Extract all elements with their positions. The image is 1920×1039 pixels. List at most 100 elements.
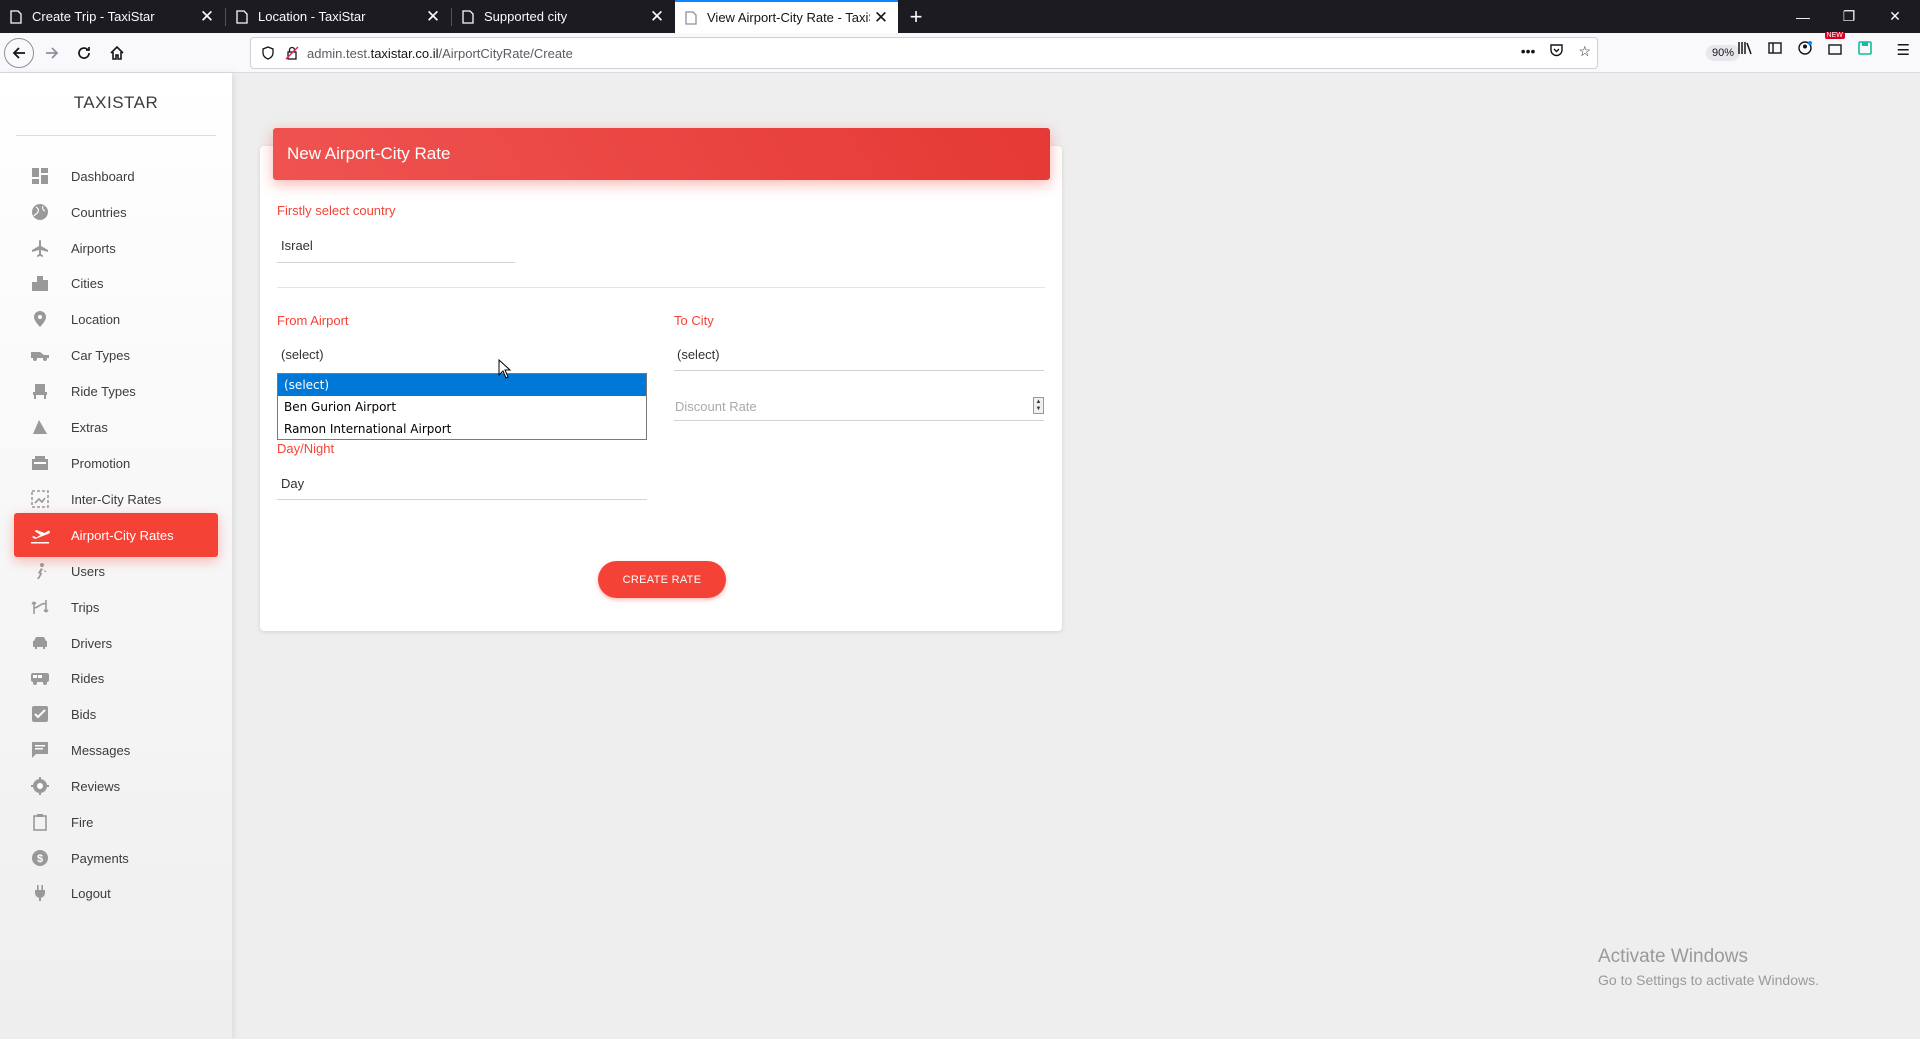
sidebar-item-ride-types[interactable]: Ride Types — [14, 375, 218, 407]
sidebar-item-label: Users — [71, 563, 105, 579]
sidebar-item-messages[interactable]: Messages — [14, 734, 218, 766]
sidebar-item-label: Inter-City Rates — [71, 491, 162, 507]
sidebar-item-label: Car Types — [71, 347, 131, 363]
message-icon — [30, 740, 50, 760]
sidebar-item-countries[interactable]: Countries — [14, 196, 218, 228]
power-plug-icon — [30, 883, 50, 903]
from-airport-dropdown-list: (select) Ben Gurion Airport Ramon Intern… — [277, 373, 647, 440]
new-tab-button[interactable]: + — [904, 0, 928, 33]
to-city-select[interactable]: (select) — [677, 347, 720, 362]
library-icon[interactable] — [1737, 40, 1753, 60]
sidebar-item-logout[interactable]: Logout — [14, 877, 218, 909]
sidebar-item-inter-city-rates[interactable]: Inter-City Rates — [14, 483, 218, 515]
save-extension-icon[interactable] — [1857, 40, 1873, 60]
reviews-icon — [30, 776, 50, 796]
from-airport-select[interactable]: (select) — [281, 347, 324, 362]
brand-logo[interactable]: TAXISTAR — [0, 93, 232, 113]
account-icon[interactable] — [1797, 40, 1813, 60]
sidebar-item-promotion[interactable]: Promotion — [14, 447, 218, 479]
sidebar-item-label: Countries — [71, 204, 127, 220]
extras-icon — [30, 417, 50, 437]
home-button[interactable] — [101, 37, 133, 69]
close-tab-icon[interactable]: ✕ — [196, 6, 218, 28]
more-actions-icon[interactable]: ••• — [1521, 43, 1536, 61]
country-select[interactable]: Israel — [281, 238, 313, 253]
number-spinner[interactable]: ▲ ▼ — [1033, 397, 1044, 414]
sidebar-item-label: Payments — [71, 850, 129, 866]
navigation-toolbar: admin.test.taxistar.co.il/AirportCityRat… — [0, 32, 1920, 73]
sidebar-item-airport-city-rates[interactable]: Airport-City Rates — [14, 513, 218, 557]
clipboard-icon — [30, 812, 50, 832]
tab-title: View Airport-City Rate - TaxiSta — [707, 10, 870, 25]
sidebar-item-cities[interactable]: Cities — [14, 267, 218, 299]
spinner-up-icon[interactable]: ▲ — [1036, 399, 1042, 406]
sidebar-item-label: Rides — [71, 670, 105, 686]
url-actions: ••• ☆ — [1521, 43, 1591, 61]
zoom-level-badge[interactable]: 90% — [1706, 45, 1741, 61]
watermark-subtitle: Go to Settings to activate Windows. — [1598, 972, 1819, 988]
day-night-label: Day/Night — [277, 441, 335, 456]
dropdown-option[interactable]: Ramon International Airport — [278, 418, 646, 440]
home-icon — [110, 45, 124, 60]
close-tab-icon[interactable]: ✕ — [422, 6, 444, 28]
close-tab-icon[interactable]: ✕ — [870, 7, 892, 29]
hamburger-menu-icon[interactable]: ☰ — [1897, 41, 1910, 59]
inter-city-icon — [30, 489, 50, 509]
arrow-left-icon — [12, 47, 25, 59]
shield-icon[interactable] — [261, 46, 275, 60]
dropdown-option[interactable]: Ben Gurion Airport — [278, 396, 646, 418]
day-night-select[interactable]: Day — [281, 476, 304, 491]
sidebar-item-dashboard[interactable]: Dashboard — [14, 160, 218, 192]
sidebar-item-extras[interactable]: Extras — [14, 411, 218, 443]
sidebar-item-label: Drivers — [71, 635, 113, 651]
extension-new-icon[interactable]: NEW — [1824, 32, 1845, 60]
sidebar-item-label: Promotion — [71, 455, 131, 471]
tab-supported-city[interactable]: Supported city ✕ — [452, 0, 674, 33]
sidebar-item-fire[interactable]: Fire — [14, 806, 218, 838]
back-button[interactable] — [4, 38, 34, 68]
bookmark-star-icon[interactable]: ☆ — [1578, 43, 1591, 61]
tab-location[interactable]: Location - TaxiStar ✕ — [226, 0, 450, 33]
form-title: New Airport-City Rate — [287, 144, 451, 163]
create-rate-button[interactable]: CREATE RATE — [598, 561, 726, 598]
minimize-button[interactable]: — — [1780, 0, 1826, 33]
tab-title: Location - TaxiStar — [258, 9, 366, 24]
reload-button[interactable] — [68, 37, 100, 69]
pocket-icon[interactable] — [1549, 43, 1564, 61]
sidebar-toggle-icon[interactable] — [1767, 40, 1783, 60]
sidebar-item-users[interactable]: Users — [14, 555, 218, 587]
tab-airport-city-rate[interactable]: View Airport-City Rate - TaxiSta ✕ — [675, 0, 898, 33]
sidebar-item-bids[interactable]: Bids — [14, 698, 218, 730]
address-bar[interactable]: admin.test.taxistar.co.il/AirportCityRat… — [250, 37, 1741, 69]
checkbox-icon — [30, 704, 50, 724]
insecure-lock-icon[interactable] — [285, 46, 299, 60]
dollar-icon: $ — [30, 848, 50, 868]
url-path: /AirportCityRate/Create — [438, 45, 573, 61]
sidebar-item-car-types[interactable]: Car Types — [14, 339, 218, 371]
sidebar-item-trips[interactable]: Trips — [14, 591, 218, 623]
restore-button[interactable]: ❐ — [1826, 0, 1872, 33]
close-window-button[interactable]: ✕ — [1872, 0, 1918, 33]
sidebar-item-location[interactable]: Location — [14, 303, 218, 335]
dropdown-option[interactable]: (select) — [278, 374, 646, 396]
new-badge: NEW — [1824, 32, 1845, 39]
forward-button[interactable] — [36, 37, 68, 69]
location-pin-icon — [30, 309, 50, 329]
discount-rate-input[interactable]: Discount Rate — [675, 399, 757, 414]
country-select-underline — [277, 262, 515, 263]
bus-icon — [30, 668, 50, 688]
sidebar-item-reviews[interactable]: Reviews — [14, 770, 218, 802]
spinner-down-icon[interactable]: ▼ — [1036, 406, 1042, 413]
sidebar-item-drivers[interactable]: Drivers — [14, 627, 218, 659]
sidebar-item-rides[interactable]: Rides — [14, 662, 218, 694]
sidebar-item-label: Fire — [71, 814, 94, 830]
sidebar-item-payments[interactable]: $ Payments — [14, 842, 218, 874]
reload-icon — [78, 47, 90, 59]
close-tab-icon[interactable]: ✕ — [646, 6, 668, 28]
to-city-underline — [674, 370, 1044, 371]
tab-create-trip[interactable]: Create Trip - TaxiStar ✕ — [0, 0, 224, 33]
form-card-header: New Airport-City Rate — [273, 128, 1050, 180]
trips-icon — [30, 597, 50, 617]
sidebar-item-label: Airports — [71, 240, 116, 256]
sidebar-item-airports[interactable]: Airports — [14, 232, 218, 264]
